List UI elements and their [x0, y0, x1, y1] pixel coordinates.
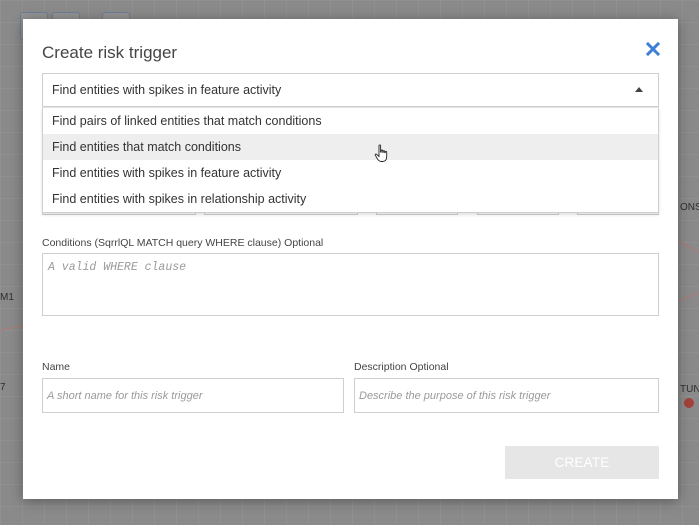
- dialog-title: Create risk trigger: [42, 43, 178, 62]
- trigger-option[interactable]: Find pairs of linked entities that match…: [43, 108, 658, 134]
- close-icon: [646, 42, 660, 56]
- description-label: Description Optional: [354, 361, 449, 373]
- caret-up-icon: [635, 87, 643, 92]
- conditions-textarea[interactable]: A valid WHERE clause: [42, 253, 659, 316]
- trigger-type-dropdown: Find pairs of linked entities that match…: [42, 107, 659, 213]
- trigger-option[interactable]: Find entities with spikes in relationshi…: [43, 186, 658, 212]
- graph-node-label: M1: [0, 292, 14, 303]
- graph-node-label: 7: [0, 382, 6, 393]
- name-label: Name: [42, 361, 71, 373]
- name-input[interactable]: A short name for this risk trigger: [42, 378, 344, 413]
- close-button[interactable]: [643, 39, 663, 59]
- graph-node-label: ONST: [680, 202, 699, 213]
- description-input[interactable]: Describe the purpose of this risk trigge…: [354, 378, 659, 413]
- conditions-label: Conditions (SqrrlQL MATCH query WHERE cl…: [42, 237, 324, 249]
- trigger-option[interactable]: Find entities with spikes in feature act…: [43, 160, 658, 186]
- trigger-type-selected-value: Find entities with spikes in feature act…: [52, 83, 282, 97]
- graph-node: [684, 398, 694, 408]
- create-button[interactable]: CREATE: [505, 446, 659, 479]
- create-risk-trigger-dialog: Create risk trigger Find entities with s…: [23, 19, 678, 499]
- trigger-option[interactable]: Find entities that match conditions: [43, 134, 658, 160]
- hand-pointer-icon: [374, 144, 388, 162]
- graph-node-label: TUN: [680, 384, 699, 395]
- trigger-type-select[interactable]: Find entities with spikes in feature act…: [42, 73, 659, 107]
